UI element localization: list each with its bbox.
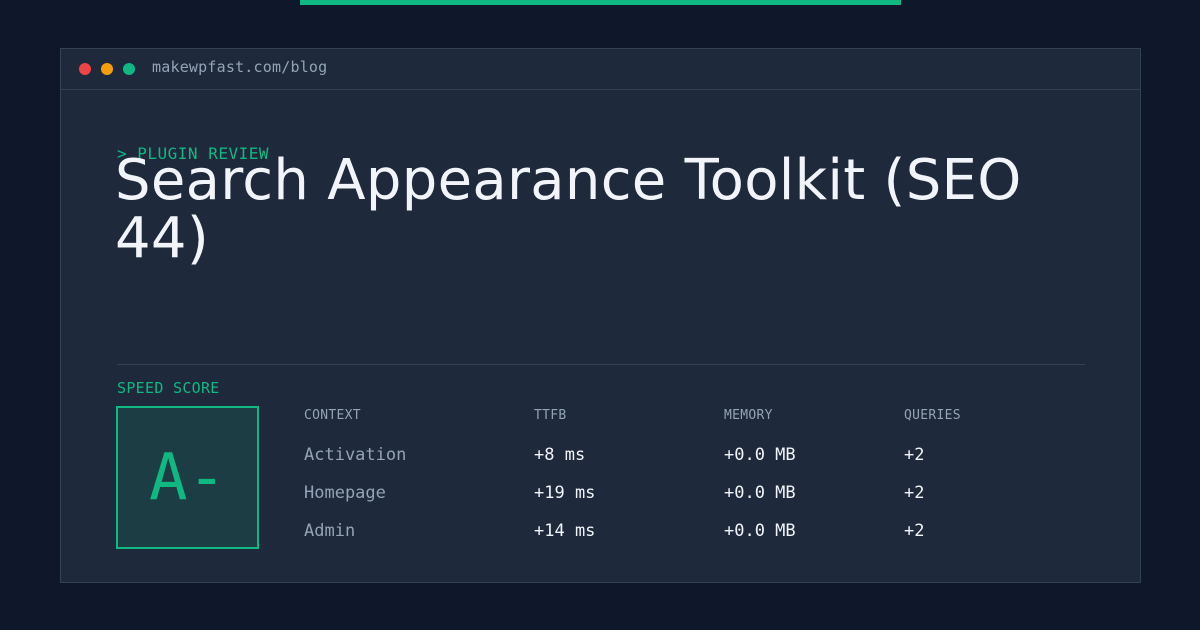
close-dot-icon[interactable] bbox=[79, 63, 91, 75]
minimize-dot-icon[interactable] bbox=[101, 63, 113, 75]
browser-window: makewpfast.com/blog > PLUGIN REVIEW Sear… bbox=[60, 48, 1141, 583]
grade-badge: A- bbox=[116, 406, 259, 549]
section-divider bbox=[117, 364, 1085, 365]
speed-score-label: SPEED SCORE bbox=[117, 379, 220, 397]
grade-value: A- bbox=[148, 440, 227, 515]
maximize-dot-icon[interactable] bbox=[123, 63, 135, 75]
page-title: Search Appearance Toolkit (SEO 44) bbox=[115, 148, 1022, 271]
window-titlebar: makewpfast.com/blog bbox=[61, 49, 1140, 90]
row-ttfb-cell: +8 ms bbox=[534, 445, 586, 465]
column-header-context: CONTEXT bbox=[304, 408, 361, 423]
row-queries-cell: +2 bbox=[904, 445, 925, 465]
top-accent-bar bbox=[300, 0, 901, 5]
row-context-cell: Admin bbox=[304, 521, 356, 541]
row-memory-cell: +0.0 MB bbox=[724, 483, 796, 503]
column-header-ttfb: TTFB bbox=[534, 408, 567, 423]
row-queries-cell: +2 bbox=[904, 483, 925, 503]
row-memory-cell: +0.0 MB bbox=[724, 445, 796, 465]
row-ttfb-cell: +14 ms bbox=[534, 521, 596, 541]
row-memory-cell: +0.0 MB bbox=[724, 521, 796, 541]
row-queries-cell: +2 bbox=[904, 521, 925, 541]
window-url: makewpfast.com/blog bbox=[152, 58, 328, 76]
column-header-queries: QUERIES bbox=[904, 408, 961, 423]
column-header-memory: MEMORY bbox=[724, 408, 773, 423]
row-context-cell: Homepage bbox=[304, 483, 386, 503]
row-context-cell: Activation bbox=[304, 445, 407, 465]
row-ttfb-cell: +19 ms bbox=[534, 483, 596, 503]
